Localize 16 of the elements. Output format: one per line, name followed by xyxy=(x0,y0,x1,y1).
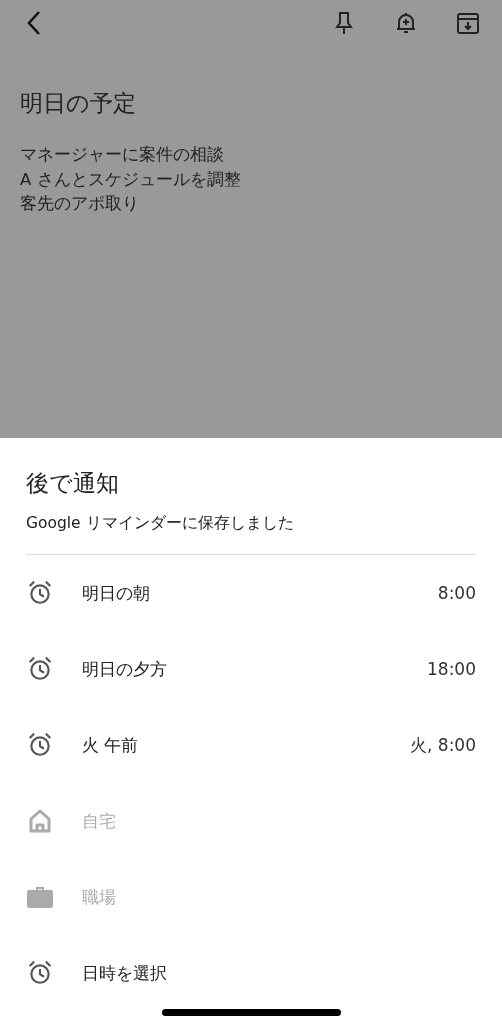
reminder-option[interactable]: 日時を選択 xyxy=(26,935,476,1011)
note-line: マネージャーに案件の相談 xyxy=(20,144,225,166)
alarm-clock-icon xyxy=(27,960,53,986)
reminder-option[interactable]: 火 午前 火, 8:00 xyxy=(26,707,476,783)
briefcase-icon xyxy=(27,885,53,909)
alarm-clock-icon xyxy=(27,580,53,606)
note-line: 客先のアポ取り xyxy=(20,193,140,215)
reminder-option[interactable]: 明日の夕方 18:00 xyxy=(26,631,476,707)
alarm-clock-icon xyxy=(27,656,53,682)
sheet-subtitle: Google リマインダーに保存しました xyxy=(26,513,295,534)
house-icon xyxy=(29,809,51,833)
reminder-option[interactable]: 明日の朝 8:00 xyxy=(26,555,476,631)
sheet-title: 後で通知 xyxy=(26,469,120,498)
note-line: A さんとスケジュールを調整 xyxy=(20,168,242,191)
note-title: 明日の予定 xyxy=(20,89,137,118)
alarm-clock-icon xyxy=(27,732,53,758)
